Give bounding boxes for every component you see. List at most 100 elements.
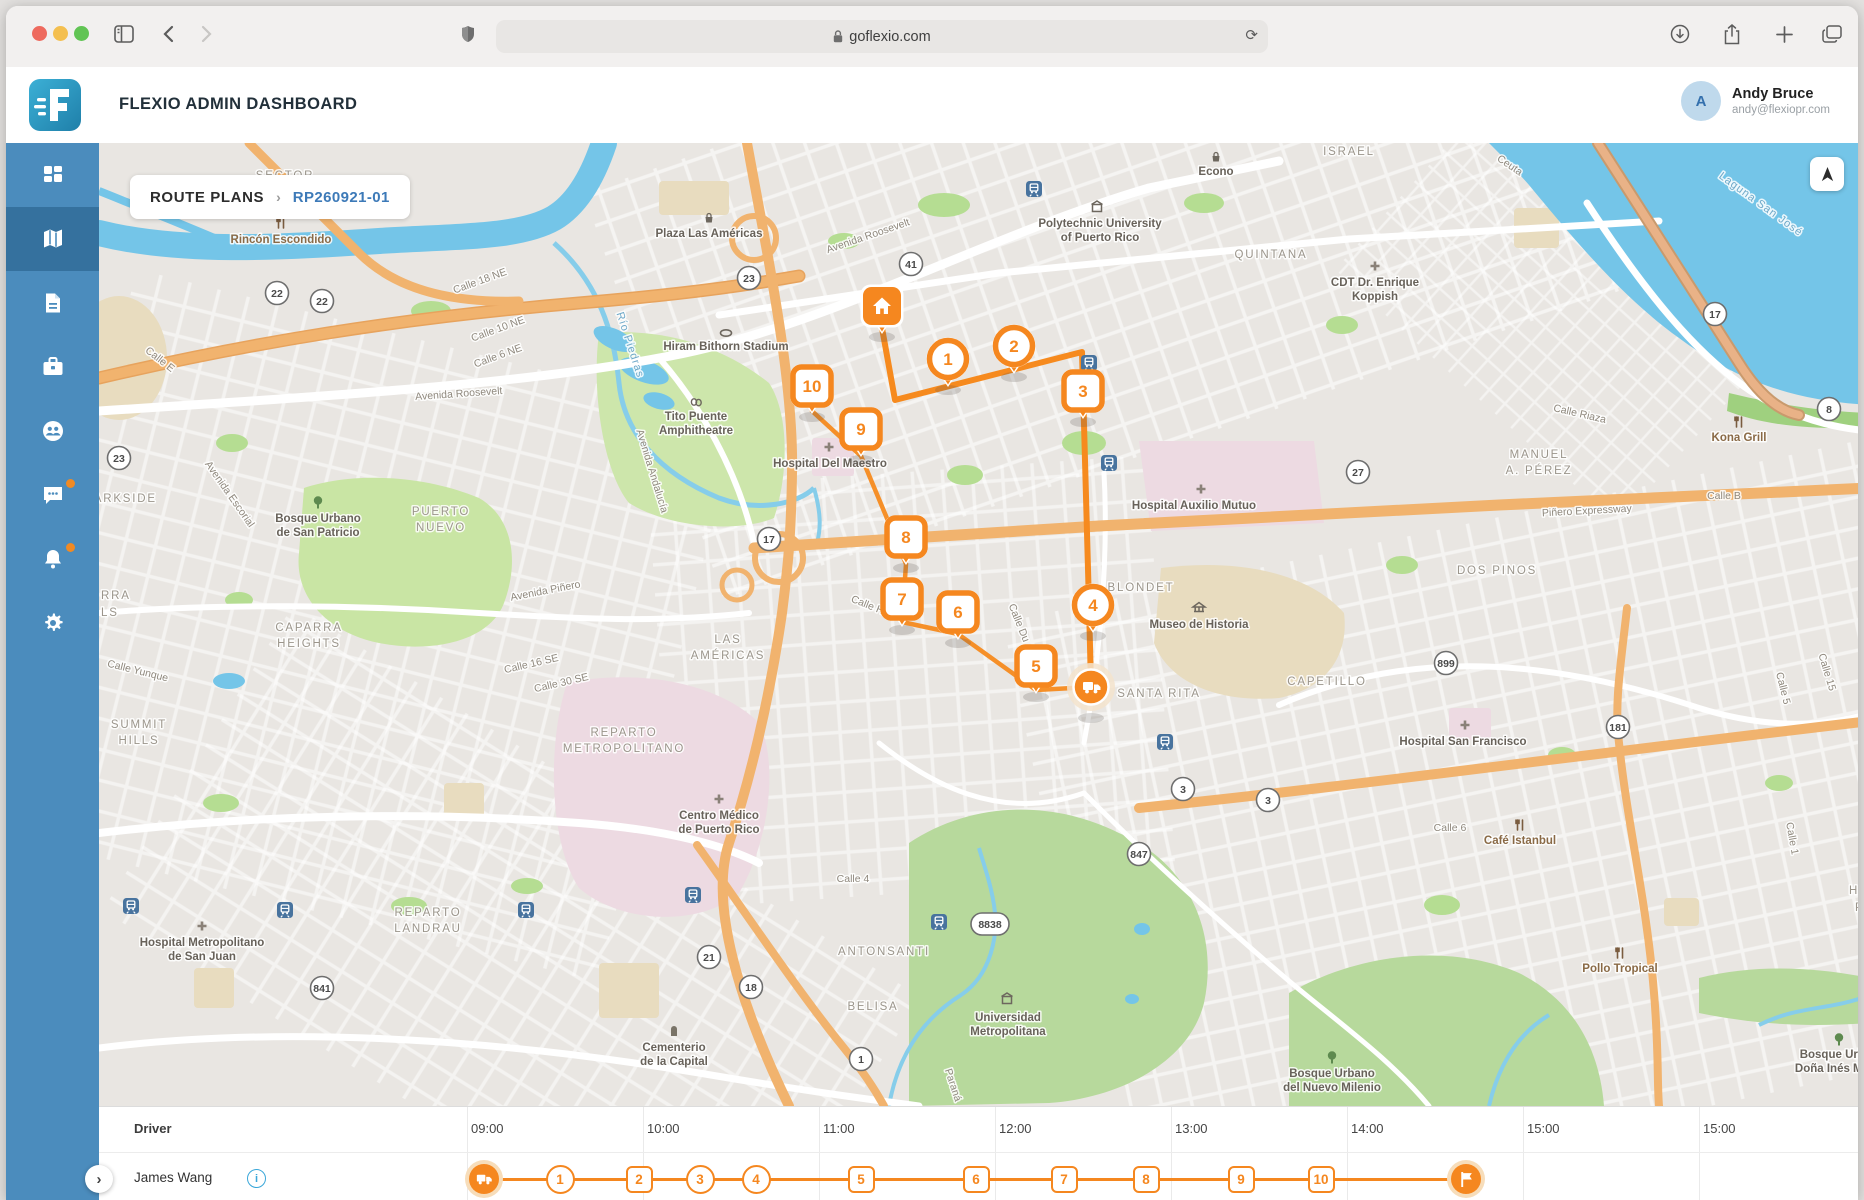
sidebar-item-document[interactable] <box>6 271 99 335</box>
forward-button[interactable] <box>192 20 220 48</box>
sidebar-item-map[interactable] <box>6 207 99 271</box>
train-icon <box>1026 181 1042 197</box>
privacy-shield-icon[interactable] <box>454 20 482 48</box>
svg-text:23: 23 <box>743 273 755 285</box>
sidebar-item-people[interactable] <box>6 399 99 463</box>
gear-icon <box>41 611 65 635</box>
downloads-icon[interactable] <box>1666 20 1694 48</box>
route-shield-17: 17 <box>758 528 781 551</box>
svg-text:22: 22 <box>316 296 328 308</box>
route-shield-181: 181 <box>1607 716 1630 739</box>
route-shield-23: 23 <box>108 447 131 470</box>
address-bar[interactable]: goflexio.com ⟳ <box>496 20 1268 53</box>
sidebar-item-dashboard[interactable] <box>6 143 99 207</box>
timeline-stop-3[interactable]: 3 <box>686 1165 715 1194</box>
map-label: Plaza Las Américas <box>656 228 763 240</box>
map-label: DOS PINOS <box>1457 565 1537 577</box>
map-label: Calle 6 <box>1434 822 1467 834</box>
route-shield-3: 3 <box>1172 778 1195 801</box>
sidebar-item-chat[interactable] <box>6 463 99 527</box>
new-tab-icon[interactable] <box>1770 20 1798 48</box>
timeline-stop-5[interactable]: 5 <box>848 1166 875 1193</box>
tab-overview-icon[interactable] <box>1818 20 1846 48</box>
svg-text:10: 10 <box>803 377 822 396</box>
timeline-hour-label: 15:00 <box>1703 1121 1736 1136</box>
sidebar-item-gear[interactable] <box>6 591 99 655</box>
svg-text:6: 6 <box>953 603 962 622</box>
share-icon[interactable] <box>1718 20 1746 48</box>
sidebar-toggle-icon[interactable] <box>110 20 138 48</box>
route-shield-27: 27 <box>1347 461 1370 484</box>
people-icon <box>41 419 65 443</box>
route-shield-3: 3 <box>1257 789 1280 812</box>
timeline-stop-1[interactable]: 1 <box>546 1165 575 1194</box>
driver-timeline-panel: 09:0010:0011:0012:0013:0014:0015:0015:00… <box>99 1106 1858 1200</box>
route-map[interactable]: 2222234123171727889918133847841211818838… <box>99 143 1858 1106</box>
svg-text:17: 17 <box>1709 309 1721 321</box>
driver-info-icon[interactable]: i <box>247 1169 266 1188</box>
timeline-stop-4[interactable]: 4 <box>742 1165 771 1194</box>
svg-text:841: 841 <box>313 983 331 995</box>
zoom-window-button[interactable] <box>74 26 89 41</box>
route-shield-847: 847 <box>1128 843 1151 866</box>
train-icon <box>685 887 701 903</box>
map-label: BELISA <box>847 1001 898 1013</box>
route-shield-899: 899 <box>1435 652 1458 675</box>
map-label: RRA <box>101 590 131 602</box>
timeline-stop-6[interactable]: 6 <box>963 1166 990 1193</box>
map-label: BLONDET <box>1108 582 1175 594</box>
train-icon <box>277 902 293 918</box>
user-menu[interactable]: A Andy Bruce andy@flexiopr.com <box>1681 81 1830 121</box>
timeline-hours-row: 09:0010:0011:0012:0013:0014:0015:0015:00 <box>99 1107 1858 1153</box>
route-shield-21: 21 <box>698 946 721 969</box>
svg-text:4: 4 <box>1088 596 1098 615</box>
route-shield-18: 18 <box>740 976 763 999</box>
route-shield-17: 17 <box>1704 303 1727 326</box>
sidebar-item-bell[interactable] <box>6 527 99 591</box>
train-icon <box>518 902 534 918</box>
panel-collapse-button[interactable]: › <box>85 1165 113 1193</box>
close-window-button[interactable] <box>32 26 47 41</box>
svg-text:17: 17 <box>763 534 775 546</box>
breadcrumb-route-plans[interactable]: ROUTE PLANS <box>150 189 264 206</box>
briefcase-icon <box>41 355 65 379</box>
map-label: Hospital Auxilio Mutuo <box>1132 500 1256 512</box>
timeline-stop-2[interactable]: 2 <box>626 1166 653 1193</box>
timeline-stop-10[interactable]: 10 <box>1308 1166 1335 1193</box>
train-icon <box>931 914 947 930</box>
map-label: Calle 4 <box>837 873 870 885</box>
timeline-stop-8[interactable]: 8 <box>1133 1166 1160 1193</box>
timeline-stop-9[interactable]: 9 <box>1228 1166 1255 1193</box>
flexio-logo[interactable] <box>28 78 82 132</box>
map-label: Pollo Tropical <box>1582 963 1657 975</box>
flag-icon <box>1460 1172 1473 1187</box>
map-label: Café Istanbul <box>1484 835 1556 847</box>
route-shield-1: 1 <box>850 1048 873 1071</box>
train-icon <box>123 898 139 914</box>
page-title: FLEXIO ADMIN DASHBOARD <box>119 95 357 114</box>
timeline-truck-node[interactable] <box>469 1164 499 1194</box>
avatar[interactable]: A <box>1681 81 1721 121</box>
compass-button[interactable] <box>1810 157 1844 191</box>
timeline-flag-node[interactable] <box>1451 1164 1481 1194</box>
train-icon <box>1101 455 1117 471</box>
breadcrumb-current-plan[interactable]: RP260921-01 <box>293 189 390 206</box>
svg-text:7: 7 <box>897 590 906 609</box>
route-shield-41: 41 <box>900 253 923 276</box>
svg-text:9: 9 <box>856 420 865 439</box>
timeline-stop-7[interactable]: 7 <box>1051 1166 1078 1193</box>
map-label: PA <box>1855 902 1858 914</box>
sidebar-item-briefcase[interactable] <box>6 335 99 399</box>
svg-text:23: 23 <box>113 453 125 465</box>
train-icon <box>1081 355 1097 371</box>
map-label: CAPETILLO <box>1287 676 1366 688</box>
timeline-hour-label: 13:00 <box>1175 1121 1208 1136</box>
back-button[interactable] <box>154 20 182 48</box>
minimize-window-button[interactable] <box>53 26 68 41</box>
svg-text:8: 8 <box>901 528 910 547</box>
user-name: Andy Bruce <box>1732 86 1830 102</box>
timeline-hour-label: 12:00 <box>999 1121 1032 1136</box>
reload-icon[interactable]: ⟳ <box>1245 26 1258 44</box>
dashboard-icon <box>41 163 65 187</box>
url-text: goflexio.com <box>849 29 930 45</box>
